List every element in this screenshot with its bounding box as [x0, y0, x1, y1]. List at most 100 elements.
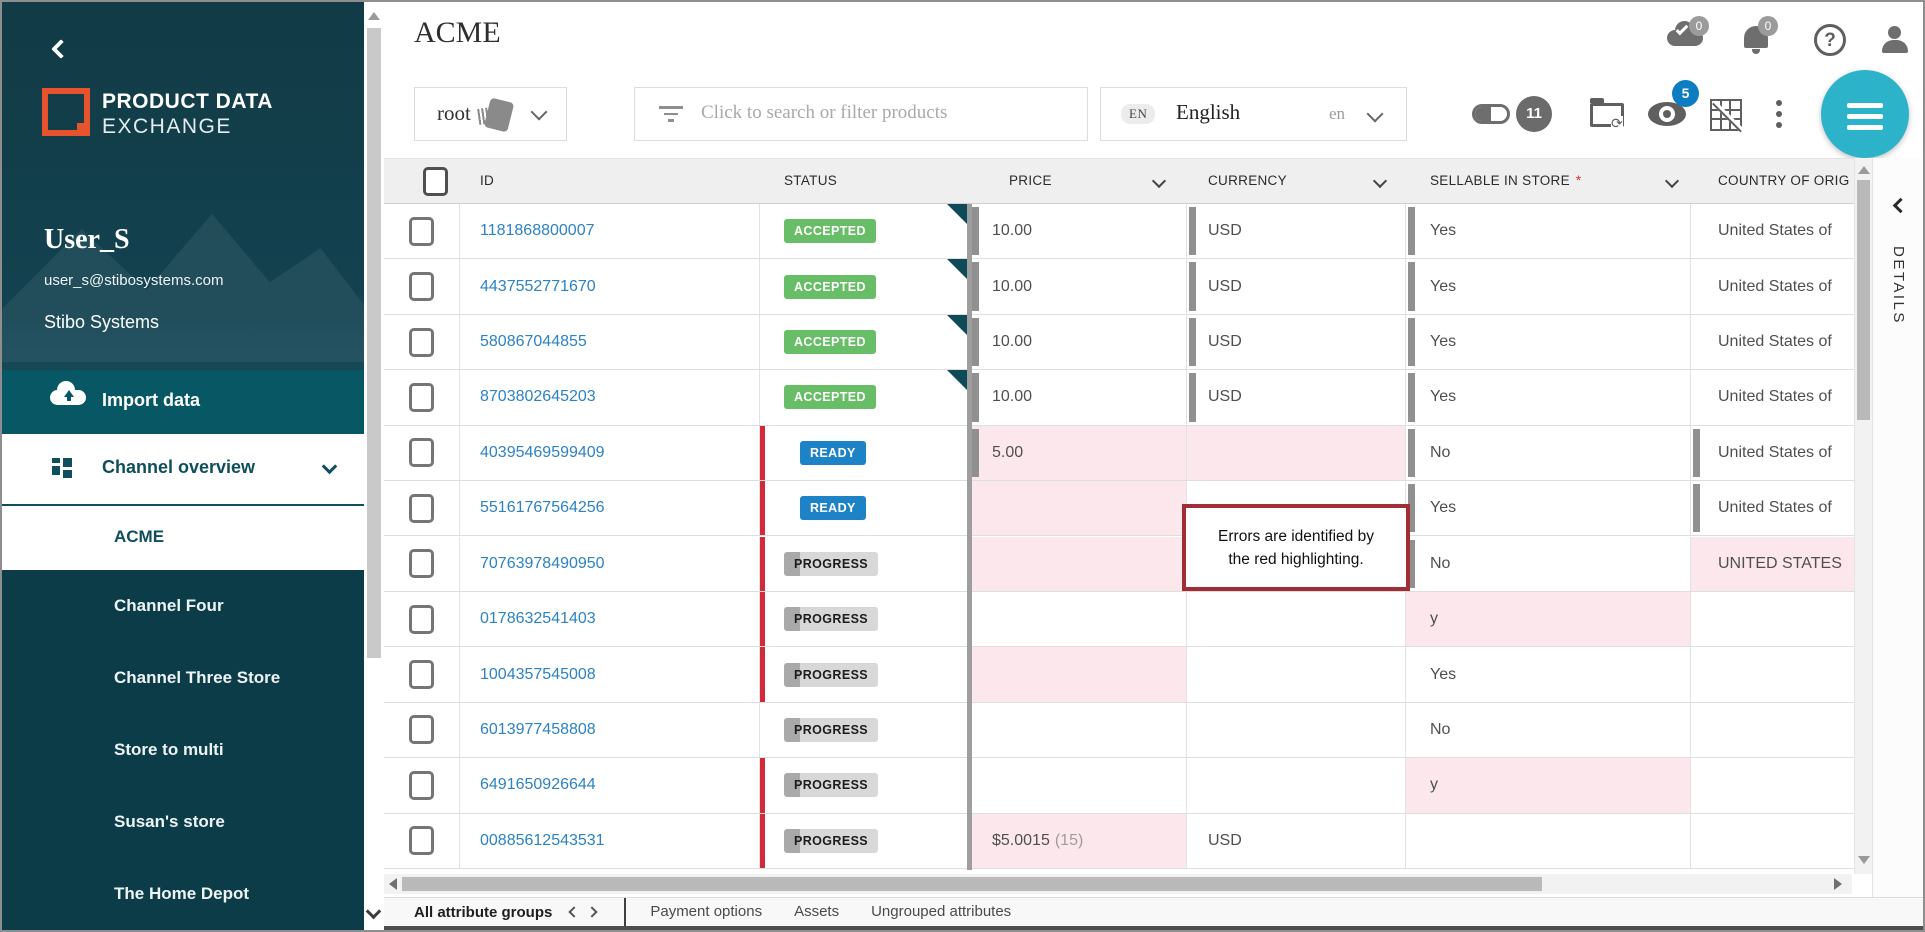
hierarchy-select[interactable]: root	[414, 87, 567, 141]
row-checkbox[interactable]	[409, 216, 434, 246]
country-cell[interactable]: UNITED STATES	[1691, 536, 1854, 591]
select-all-checkbox[interactable]	[423, 167, 448, 196]
product-id-link[interactable]: 40395469599409	[480, 444, 605, 462]
currency-cell[interactable]: USD	[1187, 204, 1406, 259]
country-cell[interactable]	[1691, 814, 1854, 868]
row-checkbox[interactable]	[409, 770, 434, 800]
sidebar-item-acme-active[interactable]: ACME	[2, 506, 364, 570]
scroll-down-icon[interactable]	[365, 903, 382, 920]
tab-item[interactable]: Assets	[794, 903, 839, 920]
price-cell[interactable]: 10.00	[970, 314, 1187, 370]
product-id-link[interactable]: 0178632541403	[480, 610, 596, 628]
price-cell[interactable]: 10.00	[970, 370, 1187, 425]
scroll-right-icon[interactable]	[1834, 878, 1842, 890]
sidebar-item-import-data[interactable]: Import data	[2, 370, 364, 434]
sellable-cell[interactable]: y	[1406, 758, 1691, 813]
sidebar-item-channel[interactable]: Store to multi	[2, 714, 364, 786]
chevron-right-icon[interactable]	[586, 906, 599, 918]
tab-all-attribute-groups[interactable]: All attribute groups	[414, 904, 552, 921]
product-id-link[interactable]: 1004357545008	[480, 666, 596, 684]
price-cell[interactable]: $5.0015 (15)	[970, 813, 1187, 868]
scrollbar-thumb[interactable]	[367, 28, 381, 658]
product-id-link[interactable]: 4437552771670	[480, 278, 596, 296]
sellable-cell[interactable]: Yes	[1406, 370, 1691, 425]
row-checkbox[interactable]	[409, 272, 434, 302]
sellable-cell[interactable]: Yes	[1406, 259, 1691, 314]
country-cell[interactable]: United States of	[1691, 204, 1854, 258]
price-cell[interactable]	[970, 591, 1187, 647]
sidebar-item-channel[interactable]: Channel Four	[2, 570, 364, 642]
currency-cell[interactable]: USD	[1187, 259, 1406, 314]
currency-cell[interactable]	[1187, 702, 1406, 758]
currency-cell[interactable]: USD	[1187, 314, 1406, 370]
scrollbar-thumb[interactable]	[402, 877, 1542, 891]
row-checkbox[interactable]	[409, 438, 434, 468]
sidebar-item-channel[interactable]: The Home Depot	[2, 858, 364, 930]
country-cell[interactable]	[1691, 703, 1854, 757]
sellable-cell[interactable]: Yes	[1406, 314, 1691, 370]
price-cell[interactable]	[970, 647, 1187, 702]
product-id-link[interactable]: 00885612543531	[480, 832, 605, 850]
row-checkbox[interactable]	[409, 327, 434, 357]
price-cell[interactable]	[970, 481, 1187, 536]
chevron-down-icon[interactable]	[1151, 173, 1167, 189]
row-checkbox[interactable]	[409, 826, 434, 856]
product-id-link[interactable]: 580867044855	[480, 333, 587, 351]
sellable-cell[interactable]: Yes	[1406, 647, 1691, 702]
sidebar-item-channel[interactable]: Susan's store	[2, 786, 364, 858]
row-checkbox[interactable]	[409, 493, 434, 523]
kebab-menu-button[interactable]	[1776, 100, 1782, 133]
column-header-status[interactable]: STATUS	[784, 173, 837, 188]
approvals-button[interactable]: 0	[1667, 16, 1709, 60]
product-id-link[interactable]: 6491650926644	[480, 776, 596, 794]
no-grid-button[interactable]	[1710, 99, 1742, 131]
country-cell[interactable]: United States of	[1691, 259, 1854, 313]
country-cell[interactable]: United States of	[1691, 426, 1854, 480]
chevron-down-icon[interactable]	[1372, 173, 1388, 189]
country-cell[interactable]	[1691, 592, 1854, 646]
product-id-link[interactable]: 8703802645203	[480, 388, 596, 406]
table-horizontal-scrollbar[interactable]	[384, 874, 1852, 894]
currency-cell[interactable]	[1187, 647, 1406, 702]
product-id-link[interactable]: 55161767564256	[480, 499, 605, 517]
scrollbar-thumb[interactable]	[1857, 180, 1870, 420]
country-cell[interactable]: United States of	[1691, 315, 1854, 369]
language-select[interactable]: EN English en	[1100, 87, 1407, 141]
chevron-left-icon[interactable]	[568, 906, 581, 918]
product-id-link[interactable]: 70763978490950	[480, 555, 605, 573]
sellable-cell[interactable]: No	[1406, 702, 1691, 758]
product-id-link[interactable]: 6013977458808	[480, 721, 596, 739]
product-id-link[interactable]: 1181868800007	[480, 222, 595, 240]
sidebar-item-channel[interactable]: Channel Three Store	[2, 642, 364, 714]
user-menu-button[interactable]	[1882, 24, 1908, 54]
currency-cell[interactable]: USD	[1187, 370, 1406, 425]
search-input[interactable]: Click to search or filter products	[634, 87, 1088, 141]
country-cell[interactable]: United States of	[1691, 370, 1854, 424]
table-vertical-scrollbar[interactable]	[1854, 158, 1872, 874]
country-cell[interactable]	[1691, 758, 1854, 812]
price-cell[interactable]: 5.00	[970, 425, 1187, 481]
row-checkbox[interactable]	[409, 549, 434, 579]
toggle-columns-button[interactable]	[1472, 104, 1510, 124]
scroll-up-icon[interactable]	[368, 12, 380, 20]
notifications-button[interactable]: 0	[1744, 16, 1780, 60]
scroll-down-icon[interactable]	[1858, 856, 1870, 864]
tab-item[interactable]: Ungrouped attributes	[871, 903, 1011, 920]
column-header-price[interactable]: PRICE	[1009, 173, 1052, 188]
scroll-up-icon[interactable]	[1858, 166, 1870, 174]
sidebar-item-channel-overview[interactable]: Channel overview	[2, 434, 364, 504]
tab-item[interactable]: Payment options	[650, 903, 762, 920]
sellable-cell[interactable]: Yes	[1406, 204, 1691, 259]
column-header-sellable[interactable]: SELLABLE IN STORE *	[1430, 173, 1581, 188]
sellable-cell[interactable]: Yes	[1406, 481, 1691, 536]
currency-cell[interactable]	[1187, 591, 1406, 647]
chevron-down-icon[interactable]	[1664, 173, 1680, 189]
menu-fab-button[interactable]	[1821, 70, 1909, 158]
country-cell[interactable]: United States of	[1691, 481, 1854, 535]
row-checkbox[interactable]	[409, 660, 434, 690]
sidebar-scrollbar[interactable]	[364, 2, 384, 930]
sellable-cell[interactable]	[1406, 813, 1691, 868]
sellable-cell[interactable]: No	[1406, 425, 1691, 481]
sellable-cell[interactable]: y	[1406, 591, 1691, 647]
price-cell[interactable]: 10.00	[970, 204, 1187, 259]
